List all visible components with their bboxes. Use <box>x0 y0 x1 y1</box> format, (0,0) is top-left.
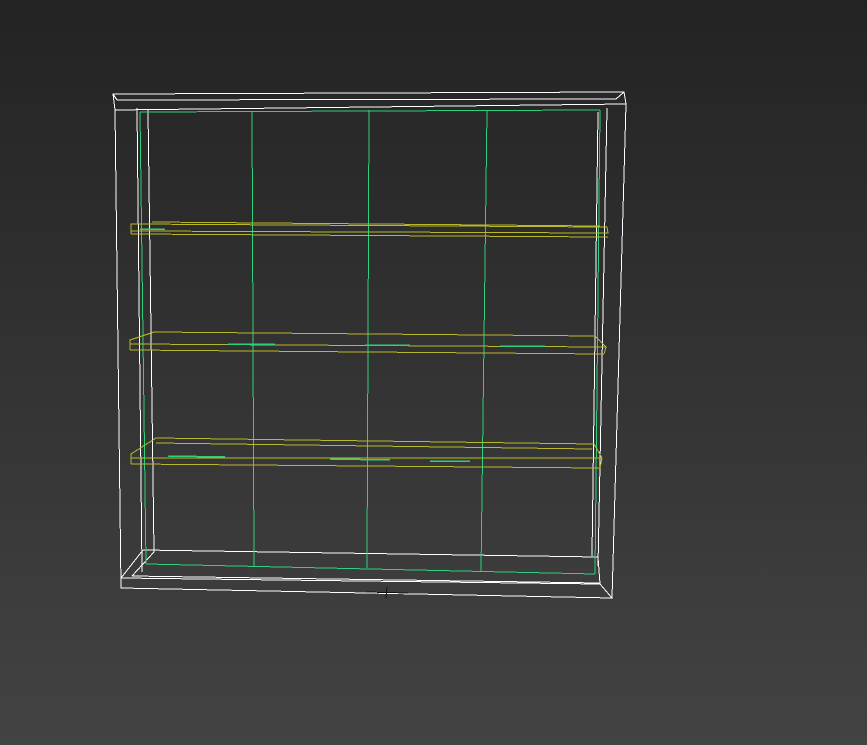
frame-top-inner <box>116 98 617 101</box>
vertical-divider-3 <box>480 109 488 572</box>
viewport-perspective[interactable] <box>0 0 867 745</box>
back-panel-top <box>139 109 601 113</box>
pivot-vertical <box>385 586 388 599</box>
vertical-divider-2 <box>366 109 370 569</box>
frame-left-inner-b <box>147 109 155 553</box>
vertical-divider-1 <box>251 110 255 567</box>
frame-bottom-edge-left <box>120 549 144 579</box>
frame-left-outer <box>114 109 122 589</box>
pivot-cross-icon[interactable] <box>365 586 409 599</box>
back-panel-bottom <box>145 563 596 575</box>
wireframe-scene[interactable] <box>0 0 867 745</box>
shelf-3-highlight-b <box>329 458 391 461</box>
frame-top-edge-right <box>615 91 625 100</box>
shelf-1[interactable] <box>130 221 609 238</box>
shelf-1-front <box>130 233 609 238</box>
shelf-2-right <box>603 346 607 355</box>
frame-top-outer <box>112 91 627 111</box>
back-panel[interactable] <box>139 109 601 575</box>
shelf-3[interactable] <box>130 437 603 469</box>
shelf-3-back <box>155 442 593 450</box>
frame-bottom-outer <box>120 577 614 599</box>
frame-right-outer <box>611 103 627 599</box>
shelf-3-front <box>130 463 601 469</box>
shelf-3-highlight-a <box>167 455 226 458</box>
shelf-2-front <box>129 349 605 355</box>
